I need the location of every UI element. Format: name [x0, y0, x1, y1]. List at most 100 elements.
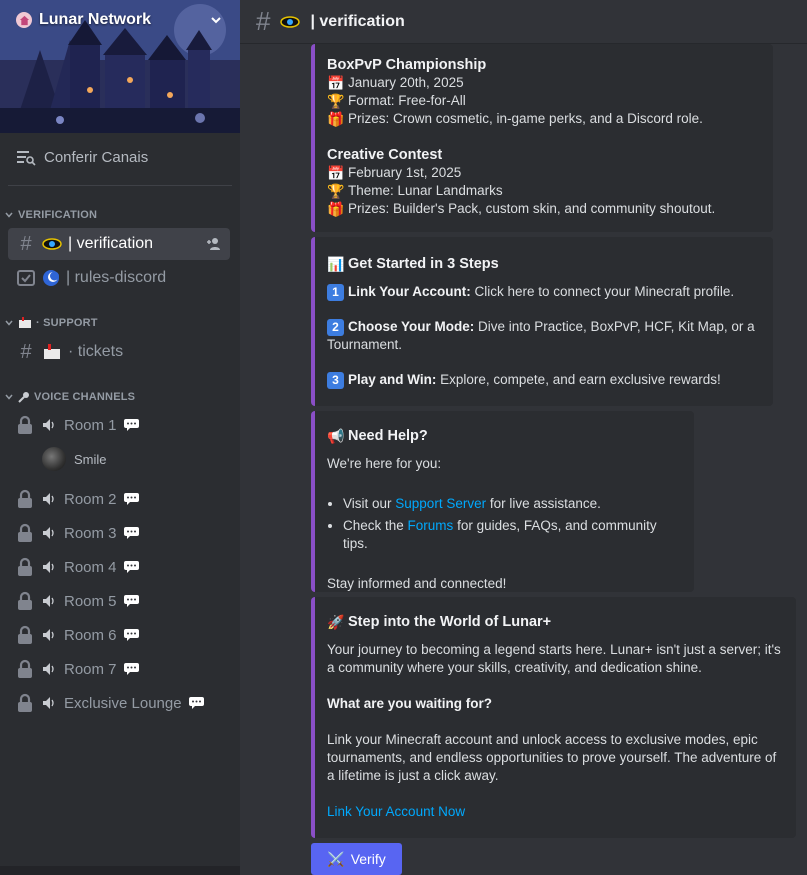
chevron-down-icon[interactable] [210, 13, 222, 29]
speech-bubble-icon [123, 561, 139, 573]
voice-channel-room[interactable]: Exclusive Lounge [8, 687, 230, 719]
event-date: February 1st, 2025 [348, 165, 462, 180]
lock-icon [18, 489, 32, 508]
channel-title: | verification [310, 12, 405, 30]
speaker-icon [43, 697, 54, 709]
speech-bubble-icon [123, 419, 139, 431]
voice-channel-label: Room 1 [64, 416, 117, 434]
channel-label: | verification [68, 235, 154, 252]
number-2-icon: 2 [327, 318, 344, 336]
chevron-down-icon [5, 394, 13, 400]
forums-link[interactable]: Forums [408, 518, 454, 533]
rocket-icon: 🚀 [327, 614, 345, 630]
support-server-link[interactable]: Support Server [395, 496, 486, 511]
event-prizes: Prizes: Builder's Pack, custom skin, and… [348, 201, 716, 216]
events-embed: BoxPvP Championship 📅 January 20th, 2025 … [311, 44, 773, 232]
category-label: · SUPPORT [36, 317, 98, 329]
category-support[interactable]: · SUPPORT [4, 317, 98, 329]
channel-rules-discord[interactable]: | rules-discord [8, 262, 230, 294]
calendar-icon: 📅 [327, 75, 345, 91]
voice-channel-label: Room 5 [64, 592, 117, 610]
voice-user[interactable]: Smile [42, 447, 107, 471]
voice-channel-label: Room 2 [64, 490, 117, 508]
blue-moon-emoji-icon [43, 270, 59, 286]
mailbox-emoji-icon [44, 344, 60, 359]
help-embed: 📢Need Help? We're here for you: Visit ou… [311, 411, 694, 592]
channel-tickets[interactable]: # · tickets [8, 336, 230, 368]
lock-icon [18, 625, 32, 644]
number-3-icon: 3 [327, 371, 344, 389]
step-1-bold: Link Your Account: [348, 284, 471, 299]
speaker-icon [43, 493, 54, 505]
hash-icon: # [256, 6, 271, 36]
megaphone-icon: 📢 [327, 428, 345, 444]
lock-icon [18, 693, 32, 712]
speech-bubble-icon [188, 697, 204, 709]
category-verification[interactable]: VERIFICATION [4, 209, 97, 221]
speaker-icon [43, 595, 54, 607]
voice-channel-label: Room 4 [64, 558, 117, 576]
voice-channel-room[interactable]: Room 6 [8, 619, 230, 651]
channel-label: · tickets [68, 343, 124, 360]
home-icon [16, 12, 32, 28]
link-account-now-link[interactable]: Link Your Account Now [327, 803, 784, 821]
world-paragraph-2: Link your Minecraft account and unlock a… [327, 732, 777, 783]
step-3-text: Explore, compete, and earn exclusive rew… [436, 372, 721, 387]
server-banner[interactable]: Lunar Network [0, 0, 240, 133]
step-2-bold: Choose Your Mode: [348, 319, 475, 334]
trophy-icon: 🏆 [327, 93, 345, 109]
voice-channel-room[interactable]: Room 4 [8, 551, 230, 583]
browse-channels[interactable]: Conferir Canais [16, 148, 148, 166]
speech-bubble-icon [123, 493, 139, 505]
voice-channel-room[interactable]: Room 1 [8, 409, 230, 441]
channel-label: | rules-discord [66, 269, 167, 286]
event-prizes: Prizes: Crown cosmetic, in-game perks, a… [348, 111, 703, 126]
step-3-bold: Play and Win: [348, 372, 437, 387]
speech-bubble-icon [123, 629, 139, 641]
chevron-down-icon [5, 320, 13, 326]
voice-channel-room[interactable]: Room 5 [8, 585, 230, 617]
event-format: Format: Free-for-All [348, 93, 466, 108]
chevron-down-icon [5, 212, 13, 218]
voice-channel-room[interactable]: Room 7 [8, 653, 230, 685]
number-1-icon: 1 [327, 283, 344, 301]
world-embed: 🚀 Step into the World of Lunar+ Your jour… [311, 597, 796, 838]
voice-channel-room[interactable]: Room 3 [8, 517, 230, 549]
channel-verification[interactable]: # | verification [8, 228, 230, 260]
speaker-icon [43, 419, 54, 431]
speaker-icon [43, 663, 54, 675]
steps-title: Get Started in 3 Steps [348, 256, 499, 272]
speaker-icon [43, 561, 54, 573]
speech-bubble-icon [123, 527, 139, 539]
event-theme: Theme: Lunar Landmarks [348, 183, 503, 198]
category-voice-channels[interactable]: VOICE CHANNELS [4, 391, 135, 403]
eye-emoji-icon [280, 15, 301, 28]
event-title: BoxPvP Championship [327, 57, 487, 73]
bar-chart-icon: 📊 [327, 256, 345, 272]
channel-header: # | verification [240, 0, 807, 44]
avatar [42, 447, 66, 471]
microphone-emoji-icon [18, 392, 29, 403]
lock-icon [18, 591, 32, 610]
browse-channels-label: Conferir Canais [44, 148, 149, 166]
voice-channel-label: Room 6 [64, 626, 117, 644]
verify-button[interactable]: ⚔️ Verify [311, 843, 402, 875]
speaker-icon [43, 527, 54, 539]
add-member-icon[interactable] [206, 236, 222, 252]
speech-bubble-icon [123, 595, 139, 607]
rules-icon [17, 270, 35, 286]
channel-sidebar: Lunar Network Conferir Canais VERIFICATI… [0, 0, 240, 875]
gift-icon: 🎁 [327, 111, 345, 127]
lock-icon [18, 557, 32, 576]
calendar-icon: 📅 [327, 165, 345, 181]
speech-bubble-icon [123, 663, 139, 675]
world-paragraph-1: Your journey to becoming a legend starts… [327, 642, 781, 675]
category-label: VERIFICATION [18, 209, 98, 221]
gift-icon: 🎁 [327, 201, 345, 217]
eye-emoji-icon [42, 238, 62, 250]
voice-channel-room[interactable]: Room 2 [8, 483, 230, 515]
world-title: Step into the World of Lunar+ [348, 614, 552, 630]
server-name[interactable]: Lunar Network [16, 11, 151, 29]
help-bullet-2: Check the Forums for guides, FAQs, and c… [343, 517, 682, 553]
help-outro: Stay informed and connected! [327, 576, 507, 591]
